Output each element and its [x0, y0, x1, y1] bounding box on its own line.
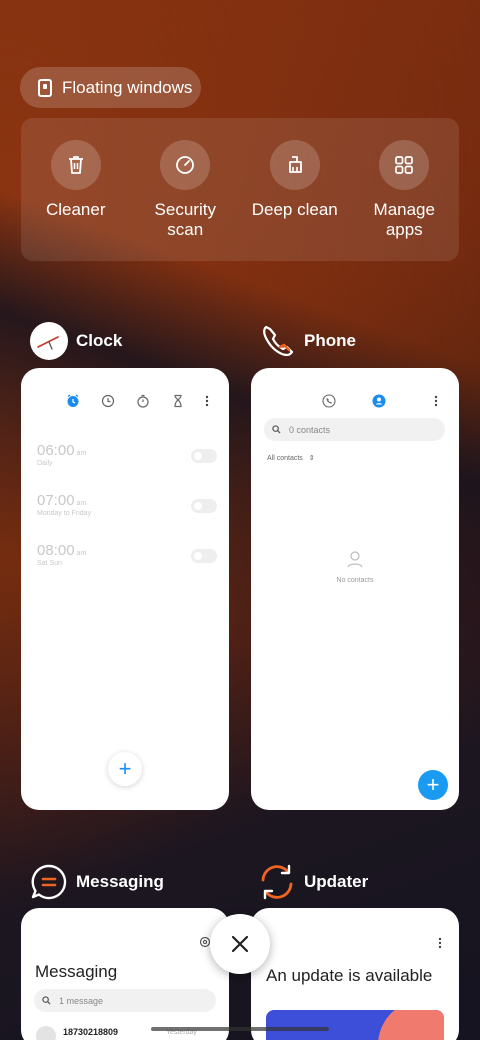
search-icon [272, 425, 281, 434]
alarm-toggle[interactable] [191, 449, 217, 463]
trash-icon [50, 140, 101, 190]
alarm-ampm: am [76, 550, 87, 557]
deep-clean-button[interactable]: Deep clean [240, 118, 350, 261]
alarm-item[interactable]: 08:00 am Sat Sun [37, 542, 217, 567]
alarm-item[interactable]: 07:00 am Monday to Friday [37, 492, 217, 517]
alarm-repeat: Daily [37, 460, 53, 467]
world-clock-icon[interactable] [101, 394, 115, 408]
timer-icon[interactable] [171, 394, 185, 408]
person-icon [347, 551, 363, 568]
clock-app-icon [30, 322, 68, 360]
phone-app-name: Phone [304, 331, 356, 350]
alarm-ampm: am [76, 500, 87, 507]
call-log-icon[interactable] [322, 394, 336, 408]
clock-tab-bar [21, 394, 229, 410]
clear-all-button[interactable] [210, 914, 270, 974]
updater-app-icon [258, 863, 296, 901]
alarm-toggle[interactable] [191, 549, 217, 563]
alarm-toggle[interactable] [191, 499, 217, 513]
messaging-app-header[interactable]: Messaging [30, 863, 164, 901]
conversation-sender: 18730218809 [63, 1027, 119, 1037]
deep-clean-label: Deep clean [251, 200, 338, 219]
messaging-app-card[interactable]: Messaging 1 message 18730218809 Yesterda… [21, 908, 229, 1040]
alarm-time: 07:00 [37, 492, 75, 509]
alarm-item[interactable]: 06:00 am Daily [37, 442, 217, 467]
empty-contacts-text: No contacts [336, 577, 374, 584]
close-icon [231, 935, 249, 953]
updater-app-card[interactable]: An update is available [251, 908, 459, 1040]
manage-apps-button[interactable]: Manage apps [350, 118, 460, 261]
phone-app-card[interactable]: 0 contacts All contacts ⇕ No contacts + [251, 368, 459, 810]
messages-search-placeholder: 1 message [59, 995, 104, 1006]
add-alarm-button[interactable]: + [108, 752, 142, 786]
floating-windows-label: Floating windows [62, 77, 193, 97]
messages-search-input[interactable]: 1 message [34, 989, 216, 1012]
stopwatch-icon[interactable] [136, 394, 150, 408]
cleaner-button[interactable]: Cleaner [21, 118, 131, 261]
alarm-repeat: Sat Sun [37, 560, 62, 567]
alarm-time: 06:00 [37, 442, 75, 459]
updater-app-header[interactable]: Updater [258, 863, 368, 901]
phone-app-icon [258, 322, 296, 360]
contacts-search-placeholder: 0 contacts [289, 424, 331, 435]
clock-app-card[interactable]: 06:00 am Daily 07:00 am Monday to Friday 0… [21, 368, 229, 810]
search-icon [42, 996, 51, 1005]
clock-app-name: Clock [76, 331, 123, 350]
contacts-search-input[interactable]: 0 contacts [264, 418, 445, 441]
grid-icon [379, 140, 430, 190]
security-scan-button[interactable]: Security scan [131, 118, 241, 261]
floating-windows-button[interactable]: Floating windows [20, 67, 201, 108]
more-options-icon[interactable] [429, 394, 443, 408]
security-scan-icon [160, 140, 211, 190]
alarm-repeat: Monday to Friday [37, 510, 92, 517]
phone-app-header[interactable]: Phone [258, 322, 356, 360]
deep-clean-icon [269, 140, 320, 190]
updater-app-name: Updater [304, 872, 369, 891]
contacts-filter-label: All contacts [267, 455, 303, 462]
messaging-app-icon [30, 863, 68, 901]
floating-window-icon [38, 78, 52, 97]
messaging-title: Messaging [35, 962, 118, 981]
avatar [36, 1026, 56, 1040]
add-contact-button[interactable]: + [418, 770, 448, 800]
clock-app-header[interactable]: Clock [30, 322, 122, 360]
update-title: An update is available [266, 966, 433, 985]
more-options-icon[interactable] [200, 394, 214, 408]
alarm-ampm: am [76, 450, 87, 457]
update-banner-image [266, 1010, 444, 1040]
empty-contacts-state: No contacts [251, 550, 459, 584]
more-options-icon[interactable] [433, 936, 447, 950]
manage-apps-label: Manage apps [373, 200, 435, 239]
home-indicator[interactable] [151, 1027, 329, 1031]
quick-tools-panel: Cleaner Security scan Deep clean Manage … [21, 118, 459, 261]
messaging-app-name: Messaging [76, 872, 164, 891]
phone-tab-bar [251, 394, 459, 410]
contacts-icon[interactable] [372, 394, 386, 408]
dropdown-arrows-icon: ⇕ [308, 455, 315, 462]
cleaner-label: Cleaner [45, 200, 106, 219]
security-scan-label: Security scan [154, 200, 216, 239]
alarm-time: 08:00 [37, 542, 75, 559]
alarm-icon[interactable] [66, 394, 80, 408]
contacts-filter-dropdown[interactable]: All contacts ⇕ [267, 454, 315, 462]
